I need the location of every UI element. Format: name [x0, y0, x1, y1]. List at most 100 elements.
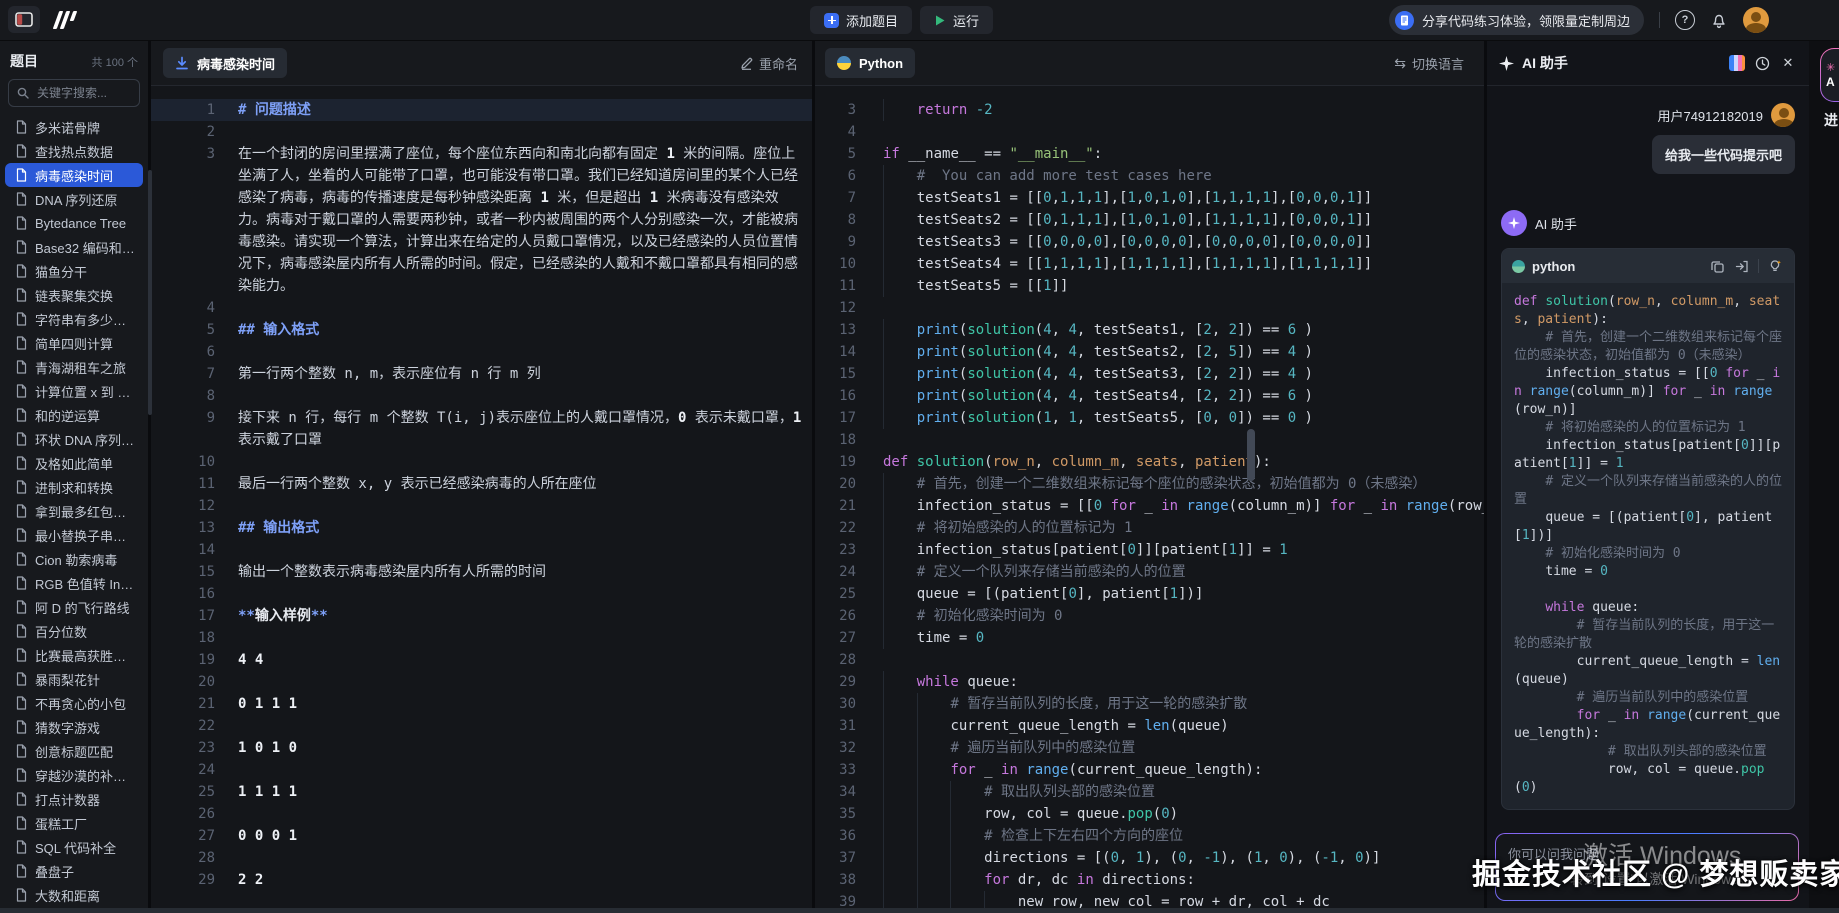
add-question-button[interactable]: 添加题目 [810, 6, 912, 34]
tab-python[interactable]: Python [825, 48, 915, 78]
md-line[interactable]: 16 [151, 583, 812, 605]
user-avatar[interactable] [1743, 7, 1769, 33]
sidebar-item[interactable]: 创意标题匹配 [5, 739, 143, 763]
theme-flag-icon[interactable] [1729, 55, 1745, 71]
sidebar-item[interactable]: 查找热点数据 [5, 139, 143, 163]
sidebar-item[interactable]: 字符串有多少种可... [5, 307, 143, 331]
code-line[interactable]: 9 testSeats3 = [[0,0,0,0],[0,0,0,0],[0,0… [815, 231, 1484, 253]
md-line[interactable]: 28 [151, 847, 812, 869]
md-line[interactable]: 26 [151, 803, 812, 825]
close-icon[interactable]: ✕ [1779, 54, 1797, 72]
md-line[interactable]: 22 [151, 715, 812, 737]
rename-button[interactable]: 重命名 [740, 54, 798, 73]
sidebar-item[interactable]: 暴雨梨花针 [5, 667, 143, 691]
sidebar-item[interactable]: 及格如此简单 [5, 451, 143, 475]
code-editor[interactable]: 3 return -24 5if __name__ == "__main__":… [815, 85, 1484, 913]
code-line[interactable]: 34 # 取出队列头部的感染位置 [815, 781, 1484, 803]
sidebar-item[interactable]: 青海湖租车之旅 [5, 355, 143, 379]
sidebar-item[interactable]: 蛋糕工厂 [5, 811, 143, 835]
code-line[interactable]: 31 current_queue_length = len(queue) [815, 715, 1484, 737]
sidebar-item[interactable]: 计算位置 x 到 y 的... [5, 379, 143, 403]
code-line[interactable]: 18 [815, 429, 1484, 451]
code-line[interactable]: 8 testSeats2 = [[0,1,1,1],[1,0,1,0],[1,1… [815, 209, 1484, 231]
code-line[interactable]: 5if __name__ == "__main__": [815, 143, 1484, 165]
md-line[interactable]: 210 1 1 1 [151, 693, 812, 715]
md-line[interactable]: 8 [151, 385, 812, 407]
md-line[interactable]: 2 [151, 121, 812, 143]
code-line[interactable]: 4 [815, 121, 1484, 143]
search-input[interactable] [35, 85, 131, 101]
sidebar-item[interactable]: 拿到最多红包金额 [5, 499, 143, 523]
code-line[interactable]: 20 # 首先，创建一个二维数组来标记每个座位的感染状态，初始值都为 0（未感染… [815, 473, 1484, 495]
sidebar-item[interactable]: RGB 色值转 Integer [5, 571, 143, 595]
md-editor[interactable]: 1# 问题描述2 3在一个封闭的房间里摆满了座位，每个座位东西向和南北向都有固定… [151, 85, 812, 913]
sidebar-item[interactable]: 多米诺骨牌 [5, 115, 143, 139]
md-line[interactable]: 15输出一个整数表示病毒感染屋内所有人所需的时间 [151, 561, 812, 583]
edge-floating-char[interactable]: 进 [1824, 110, 1838, 130]
code-line[interactable]: 24 # 定义一个队列来存储当前感染的人的位置 [815, 561, 1484, 583]
sidebar-item[interactable]: 和的逆运算 [5, 403, 143, 427]
code-scrollbar-thumb[interactable] [1247, 429, 1255, 481]
md-line[interactable]: 231 0 1 0 [151, 737, 812, 759]
md-line[interactable]: 3在一个封闭的房间里摆满了座位，每个座位东西向和南北向都有固定 1 米的间隔。座… [151, 143, 812, 297]
share-banner[interactable]: 分享代码练习体验，领限量定制周边 [1389, 5, 1644, 35]
code-line[interactable]: 10 testSeats4 = [[1,1,1,1],[1,1,1,1],[1,… [815, 253, 1484, 275]
sidebar-item[interactable]: SQL 代码补全 [5, 835, 143, 859]
sidebar-item[interactable]: 打点计数器 [5, 787, 143, 811]
md-line[interactable]: 7第一行两个整数 n, m，表示座位有 n 行 m 列 [151, 363, 812, 385]
code-line[interactable]: 26 # 初始化感染时间为 0 [815, 605, 1484, 627]
sidebar-item[interactable]: 简单四则计算 [5, 331, 143, 355]
code-line[interactable]: 19def solution(row_n, column_m, seats, p… [815, 451, 1484, 473]
sidebar-item[interactable]: 叠盘子 [5, 859, 143, 883]
sidebar-item[interactable]: DNA 序列还原 [5, 187, 143, 211]
md-line[interactable]: 5## 输入格式 [151, 319, 812, 341]
md-line[interactable]: 194 4 [151, 649, 812, 671]
notifications-bell-icon[interactable] [1710, 11, 1728, 29]
marscode-logo[interactable] [52, 9, 82, 31]
md-line[interactable]: 24 [151, 759, 812, 781]
code-line[interactable]: 22 # 将初始感染的人的位置标记为 1 [815, 517, 1484, 539]
sidebar-item[interactable]: 进制求和转换 [5, 475, 143, 499]
help-icon[interactable]: ? [1675, 10, 1695, 30]
md-line[interactable]: 4 [151, 297, 812, 319]
code-line[interactable]: 17 print(solution(1, 1, testSeats5, [0, … [815, 407, 1484, 429]
code-line[interactable]: 13 print(solution(4, 4, testSeats1, [2, … [815, 319, 1484, 341]
code-line[interactable]: 30 # 暂存当前队列的长度，用于这一轮的感染扩散 [815, 693, 1484, 715]
sidebar-toggle-button[interactable] [8, 6, 40, 33]
sidebar-item[interactable]: 百分位数 [5, 619, 143, 643]
sidebar-item[interactable]: 链表聚集交换 [5, 283, 143, 307]
md-line[interactable]: 9接下来 n 行，每行 m 个整数 T(i, j)表示座位上的人戴口罩情况，0 … [151, 407, 812, 451]
sidebar-item[interactable]: 阿 D 的飞行路线 [5, 595, 143, 619]
code-line[interactable]: 6 # You can add more test cases here [815, 165, 1484, 187]
hint-lightbulb-icon[interactable] [1766, 257, 1784, 275]
code-line[interactable]: 3 return -2 [815, 99, 1484, 121]
md-line[interactable]: 6 [151, 341, 812, 363]
md-line[interactable]: 251 1 1 1 [151, 781, 812, 803]
run-button[interactable]: 运行 [920, 6, 993, 34]
sidebar-scrollbar-thumb[interactable] [148, 170, 152, 415]
sidebar-item[interactable]: Base32 编码和解码 [5, 235, 143, 259]
code-line[interactable]: 38 for dr, dc in directions: [815, 869, 1484, 891]
code-line[interactable]: 25 queue = [(patient[0], patient[1])] [815, 583, 1484, 605]
insert-code-icon[interactable] [1733, 257, 1751, 275]
sidebar-item[interactable]: 不再贪心的小包 [5, 691, 143, 715]
sidebar-item[interactable]: 猜数字游戏 [5, 715, 143, 739]
code-line[interactable]: 27 time = 0 [815, 627, 1484, 649]
code-line[interactable]: 14 print(solution(4, 4, testSeats2, [2, … [815, 341, 1484, 363]
sidebar-item[interactable]: 猫鱼分干 [5, 259, 143, 283]
md-line[interactable]: 12 [151, 495, 812, 517]
md-line[interactable]: 11最后一行两个整数 x, y 表示已经感染病毒的人所在座位 [151, 473, 812, 495]
sidebar-item[interactable]: 穿越沙漠的补给次数 [5, 763, 143, 787]
sidebar-item[interactable]: Bytedance Tree [5, 211, 143, 235]
sidebar-item[interactable]: 环状 DNA 序列整理 [5, 427, 143, 451]
code-line[interactable]: 21 infection_status = [[0 for _ in range… [815, 495, 1484, 517]
sidebar-item[interactable]: 比赛最高获胜次数 [5, 643, 143, 667]
md-line[interactable]: 13## 输出格式 [151, 517, 812, 539]
code-line[interactable]: 15 print(solution(4, 4, testSeats3, [2, … [815, 363, 1484, 385]
sidebar-item[interactable]: Cion 勒索病毒 [5, 547, 143, 571]
sidebar-item[interactable]: 大数和距离 [5, 883, 143, 907]
tab-problem[interactable]: 病毒感染时间 [163, 48, 287, 78]
md-line[interactable]: 1# 问题描述 [151, 99, 812, 121]
code-line[interactable]: 37 directions = [(0, 1), (0, -1), (1, 0)… [815, 847, 1484, 869]
code-line[interactable]: 11 testSeats5 = [[1]] [815, 275, 1484, 297]
